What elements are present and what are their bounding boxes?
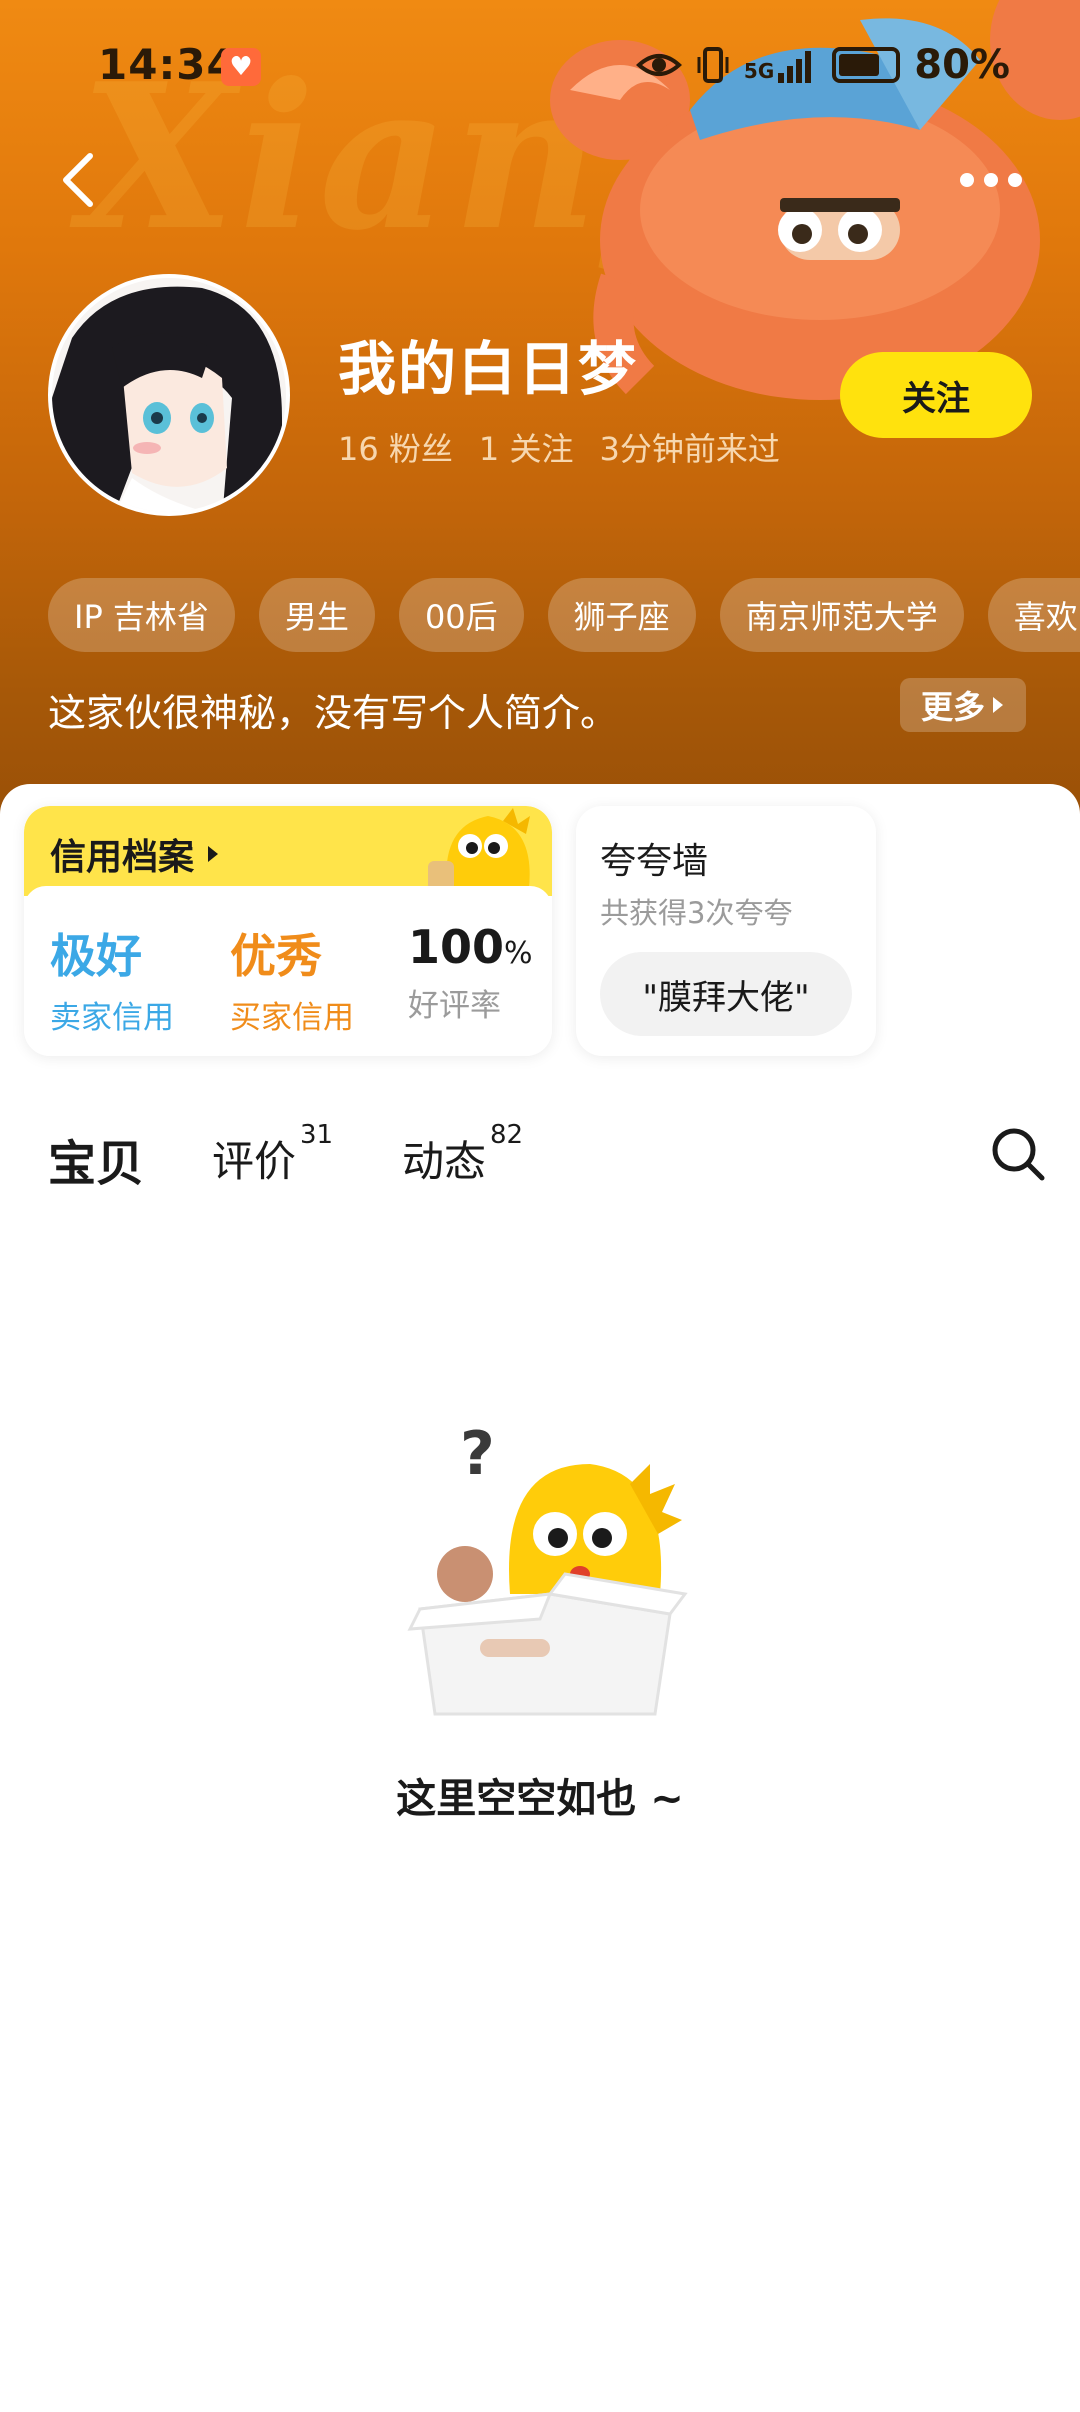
tag-zodiac: 狮子座 <box>547 578 696 652</box>
praise-wall-subtitle: 共获得3次夸夸 <box>600 896 793 930</box>
tab-posts[interactable]: 动态82 <box>402 1120 523 1189</box>
more-options-button[interactable] <box>960 160 1030 200</box>
more-bio-button[interactable]: 更多 <box>900 678 1026 732</box>
buyer-credit: 优秀 买家信用 <box>230 920 354 1037</box>
tag-hobby: 喜欢D <box>987 578 1080 652</box>
following-count[interactable]: 1 关注 <box>479 424 574 470</box>
tab-posts-label: 动态 <box>402 1137 487 1186</box>
praise-wall-card[interactable]: 夸夸墙 共获得3次夸夸 "膜拜大佬" <box>576 806 876 1056</box>
tag-gender: 男生 <box>258 578 375 652</box>
tag-school: 南京师范大学 <box>719 578 964 652</box>
battery-percent: 80% <box>914 42 1010 88</box>
network-type: 5G <box>743 59 775 83</box>
fish-mascot-icon <box>428 808 530 896</box>
profile-tags: IP 吉林省 男生 00后 狮子座 南京师范大学 喜欢D <box>48 578 1080 652</box>
dot-icon <box>960 173 974 187</box>
eye-icon <box>635 54 682 76</box>
tab-reviews-label: 评价 <box>212 1137 297 1186</box>
empty-box-mascot-illustration: ? <box>407 1424 688 1716</box>
status-icons: 5G 80% <box>635 40 1010 90</box>
anime-avatar-image <box>52 278 286 512</box>
praise-chip[interactable]: "膜拜大佬" <box>600 952 852 1036</box>
status-bar: 14:34 ♥ 5G 80% <box>0 0 1080 130</box>
profile-content: 信用档案 极好 卖家信用 优秀 买家信用 100% 好评率 夸夸墙 共获得3次夸… <box>0 784 1080 2412</box>
credit-title-label: 信用档案 <box>50 837 195 878</box>
followers-count[interactable]: 16 粉丝 <box>338 424 453 470</box>
positive-rate-unit: % <box>504 936 533 971</box>
more-bio-label: 更多 <box>920 688 985 726</box>
battery-icon <box>832 47 901 83</box>
credit-card-body: 极好 卖家信用 优秀 买家信用 100% 好评率 <box>24 886 552 1056</box>
credit-profile-card[interactable]: 信用档案 极好 卖家信用 优秀 买家信用 100% 好评率 <box>24 806 552 1056</box>
tab-reviews-count: 31 <box>300 1120 334 1150</box>
praise-wall-title: 夸夸墙 <box>600 841 709 882</box>
positive-rate-value: 100 <box>408 920 505 974</box>
vibrate-icon <box>697 47 729 83</box>
tab-posts-count: 82 <box>490 1120 524 1150</box>
tab-reviews[interactable]: 评价31 <box>212 1120 333 1189</box>
search-icon[interactable] <box>988 1124 1048 1184</box>
triangle-right-icon <box>208 846 219 862</box>
network-indicator: 5G <box>744 47 818 83</box>
seller-credit-value: 极好 <box>50 929 142 983</box>
triangle-right-icon <box>993 697 1003 713</box>
dot-icon <box>1008 173 1022 187</box>
empty-state-text: 这里空空如也 ~ <box>396 1776 684 1822</box>
buyer-credit-value: 优秀 <box>230 929 322 983</box>
buyer-credit-label: 买家信用 <box>230 1000 354 1036</box>
profile-stats: 16 粉丝 1 关注 3分钟前来过 <box>338 424 780 470</box>
tag-location: IP 吉林省 <box>48 578 235 652</box>
avatar[interactable] <box>48 274 290 516</box>
positive-rate-label: 好评率 <box>408 988 501 1024</box>
credit-title: 信用档案 <box>50 828 220 880</box>
profile-header: Xianyu 14:34 ♥ 5G 80% 我的白日梦 16 粉丝 1 关注 3… <box>0 0 1080 820</box>
positive-rate: 100% 好评率 <box>408 920 533 1025</box>
dot-icon <box>984 173 998 187</box>
back-arrow-icon[interactable] <box>52 150 112 210</box>
tag-age: 00后 <box>398 578 524 652</box>
profile-tabs: 宝贝 评价31 动态82 <box>48 1120 1048 1204</box>
svg-text:?: ? <box>460 1424 495 1489</box>
signal-icon <box>778 51 812 83</box>
last-seen: 3分钟前来过 <box>599 430 780 468</box>
heart-notification-icon: ♥ <box>221 48 261 86</box>
follow-button[interactable]: 关注 <box>840 352 1032 438</box>
profile-bio: 这家伙很神秘，没有写个人简介。 <box>48 691 619 735</box>
positive-rate-value-wrap: 100% <box>408 920 533 974</box>
seller-credit: 极好 卖家信用 <box>50 920 174 1037</box>
status-time: 14:34 <box>98 40 237 89</box>
tab-items[interactable]: 宝贝 <box>48 1124 148 1194</box>
seller-credit-label: 卖家信用 <box>50 1000 174 1036</box>
username: 我的白日梦 <box>338 335 639 403</box>
tab-items-label: 宝贝 <box>48 1136 145 1192</box>
